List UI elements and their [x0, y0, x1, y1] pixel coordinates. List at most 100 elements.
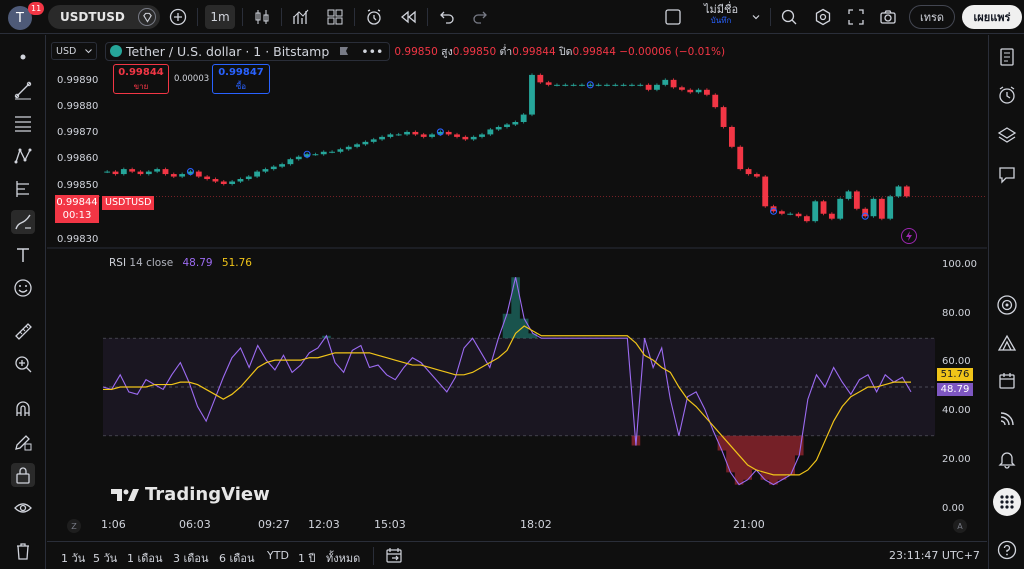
layers-icon[interactable] [995, 123, 1019, 147]
buy-button[interactable]: 0.99847 ซื้อ [212, 64, 270, 94]
eye-icon[interactable] [11, 496, 35, 520]
horizontal-lines-icon[interactable] [11, 111, 35, 135]
candle-body [229, 181, 236, 184]
alarm-clock-icon[interactable] [995, 83, 1019, 107]
symbol-title[interactable]: Tether / U.S. dollar · 1 · Bitstamp ••• [105, 41, 391, 61]
candle-body [370, 139, 377, 142]
time-tick: 12:03 [308, 518, 340, 531]
notification-badge: 11 [28, 2, 45, 15]
tradingview-logo[interactable]: TradingView [111, 484, 270, 505]
cursor-dot-icon[interactable] [11, 45, 35, 69]
pattern-icon[interactable] [11, 144, 35, 168]
candle-body [354, 144, 360, 147]
apps-grid-icon[interactable] [993, 488, 1021, 516]
candle-body [712, 94, 719, 108]
flag-icon[interactable] [339, 46, 349, 56]
more-icon[interactable]: ••• [361, 44, 383, 59]
range-ytd[interactable]: YTD [267, 549, 289, 562]
add-symbol-icon[interactable] [168, 7, 188, 27]
range-3m[interactable]: 3 เดือน [173, 549, 209, 567]
candle-body [737, 146, 744, 170]
trash-icon[interactable] [11, 539, 35, 563]
logo-text: TradingView [145, 484, 270, 505]
save-layout[interactable]: ไม่มีชื่อ บันทึก [700, 4, 742, 25]
quick-search-icon[interactable] [779, 7, 799, 27]
chat-icon[interactable] [995, 163, 1019, 187]
candles-icon[interactable] [252, 7, 272, 27]
candle-body [570, 84, 577, 86]
time-axis-right-button[interactable]: A [953, 519, 967, 533]
candle-body [204, 176, 211, 180]
indicators-icon[interactable] [291, 7, 311, 27]
publish-button[interactable]: เผยแพร่ [962, 5, 1022, 29]
divider [197, 8, 198, 26]
chart-canvas[interactable] [47, 35, 987, 540]
range-all[interactable]: ทั้งหมด [326, 549, 360, 567]
candle-body [129, 169, 136, 172]
candle-body [362, 141, 369, 145]
ruler-icon[interactable] [11, 319, 35, 343]
high-value: 0.99850 [452, 45, 497, 58]
range-1d[interactable]: 1 วัน [61, 549, 85, 567]
range-5d[interactable]: 5 วัน [93, 549, 117, 567]
symbol-search[interactable]: USDTUSD [48, 5, 160, 29]
range-1y[interactable]: 1 ปี [298, 549, 315, 567]
ideas-icon[interactable] [995, 331, 1019, 355]
camera-icon[interactable] [878, 7, 898, 27]
rsi-ma-price-tag: 51.76 [937, 368, 973, 381]
rsi-tick: 40.00 [942, 405, 971, 416]
settings-icon[interactable] [813, 7, 833, 27]
trade-button[interactable]: เทรด [909, 5, 955, 29]
watchlist-icon[interactable] [995, 45, 1019, 69]
rsi-tick: 100.00 [942, 259, 977, 270]
range-1m[interactable]: 1 เดือน [127, 549, 163, 567]
candle-body [504, 124, 510, 127]
sell-button[interactable]: 0.99844 ขาย [113, 64, 169, 94]
broadcast-icon[interactable] [995, 407, 1019, 431]
zoom-in-icon[interactable] [11, 352, 35, 376]
currency-select[interactable]: USD [51, 42, 97, 60]
range-6m[interactable]: 6 เดือน [219, 549, 255, 567]
layout-box-icon[interactable] [663, 7, 683, 27]
candle-body [853, 191, 860, 209]
help-icon[interactable] [995, 538, 1019, 562]
candle-body [778, 211, 785, 214]
clock-timezone[interactable]: 23:11:47 UTC+7 [889, 549, 980, 562]
notifications-icon[interactable] [995, 447, 1019, 471]
fullscreen-icon[interactable] [846, 7, 866, 27]
target-icon[interactable] [995, 293, 1019, 317]
price-tick: 0.99880 [57, 101, 99, 112]
rsi-legend[interactable]: RSI 14 close 48.79 51.76 [109, 257, 252, 269]
brush-icon[interactable] [11, 210, 35, 234]
alert-icon[interactable] [364, 7, 384, 27]
replay-icon[interactable] [398, 7, 418, 27]
fib-icon[interactable] [11, 177, 35, 201]
undo-icon[interactable] [437, 7, 457, 27]
redo-icon[interactable] [470, 7, 490, 27]
right-toolbar [988, 35, 1024, 569]
candle-body [270, 166, 277, 170]
lock-icon[interactable] [11, 463, 35, 487]
open-value: 0.99850 [394, 45, 438, 58]
lightning-icon[interactable] [901, 228, 917, 244]
chevron-down-icon[interactable] [746, 7, 766, 27]
trend-line-icon[interactable] [11, 78, 35, 102]
layouts-icon[interactable] [325, 7, 345, 27]
text-icon[interactable] [11, 243, 35, 267]
interval-button[interactable]: 1m [205, 5, 235, 29]
goto-date-icon[interactable] [384, 546, 404, 566]
candle-body [728, 126, 735, 147]
candle-body [903, 186, 910, 197]
candle-body [145, 171, 152, 175]
diamond-icon[interactable] [138, 8, 156, 26]
divider [354, 8, 355, 26]
candle-body [662, 79, 669, 85]
chart-area[interactable]: USD Tether / U.S. dollar · 1 · Bitstamp … [47, 35, 987, 540]
time-axis-left-button[interactable]: Z [67, 519, 81, 533]
candle-body [454, 134, 460, 137]
pencil-lock-icon[interactable] [11, 430, 35, 454]
calendar-icon[interactable] [995, 369, 1019, 393]
emoji-icon[interactable] [11, 276, 35, 300]
rsi-value: 48.79 [182, 257, 213, 269]
magnet-icon[interactable] [11, 397, 35, 421]
